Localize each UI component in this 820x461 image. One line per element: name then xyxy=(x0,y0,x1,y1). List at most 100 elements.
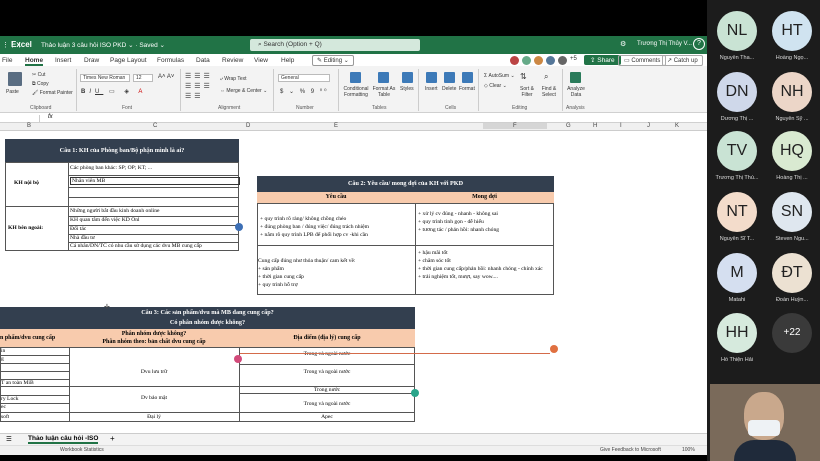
wrap-text-button[interactable]: ⤶ Wrap Text xyxy=(220,76,247,82)
q3-col-group[interactable]: Phân nhóm được không? Phân nhóm theo: bản… xyxy=(69,329,239,347)
conditional-formatting-icon[interactable] xyxy=(350,72,361,83)
font-grow-icon[interactable]: A˄ A˅ xyxy=(158,74,174,80)
q3-col-product[interactable]: n phẩm/dvu cung cấp xyxy=(0,329,69,347)
sort-filter-button[interactable]: Sort & Filter xyxy=(518,86,536,98)
delete-cells-button[interactable]: Delete xyxy=(442,86,456,92)
internal-item[interactable]: Nhân viên MB xyxy=(70,177,240,185)
column-header[interactable]: K xyxy=(675,123,679,129)
number-format-icons[interactable]: $ ⌄ % 9 ⁰⁰ xyxy=(280,88,329,95)
analyze-data-button[interactable]: Analyze Data xyxy=(566,86,586,98)
participant-tile[interactable]: +22 xyxy=(764,313,820,357)
paste-button[interactable]: Paste xyxy=(6,89,19,95)
q2-col-expectation[interactable]: Mong đợi xyxy=(415,192,554,203)
external-customer-label[interactable]: KH bên ngoài: xyxy=(8,225,43,231)
external-item[interactable]: KH quan tâm đến việc KD Onl xyxy=(70,217,140,223)
participant-tile[interactable]: NL Nguyễn Tha... xyxy=(709,11,765,61)
tab-help[interactable]: Help xyxy=(281,57,294,64)
merge-center-button[interactable]: ⇔ Merge & Center ⌄ xyxy=(220,88,267,94)
participant-tile[interactable]: SN Steven Ngu... xyxy=(764,192,820,242)
search-box[interactable]: ⌕ Search (Option + Q) xyxy=(250,39,420,51)
place-cell[interactable]: Trong và ngoài nước xyxy=(239,351,415,357)
format-painter-button[interactable]: 🖌 Format Painter xyxy=(32,90,73,96)
feedback-link[interactable]: Give Feedback to Microsoft xyxy=(600,447,661,453)
place-cell[interactable]: Trong và ngoài nước xyxy=(239,369,415,375)
tab-file[interactable]: File xyxy=(2,57,12,64)
comments-button[interactable]: ▭ Comments xyxy=(618,55,667,66)
tab-data[interactable]: Data xyxy=(196,57,210,64)
tab-home[interactable]: Home xyxy=(25,57,44,66)
column-header[interactable]: H xyxy=(593,123,597,129)
q3-title[interactable]: Câu 3: Các sản phẩm/dvu mà MB đang cung … xyxy=(0,307,415,329)
collaborator-avatar[interactable] xyxy=(510,56,519,65)
place-cell[interactable]: Apec xyxy=(239,414,415,420)
tab-view[interactable]: View xyxy=(254,57,268,64)
q2-expectation-2[interactable]: + hậu mãi tốt + chăm sóc tốt + thời gian c… xyxy=(418,249,553,281)
q1-title[interactable]: Câu 1: KH của Phòng ban/Bộ phận mình là … xyxy=(5,139,239,162)
share-button[interactable]: ⇪ Share xyxy=(584,55,621,65)
participant-tile[interactable]: ĐT Đoàn Huỳn... xyxy=(764,253,820,303)
insert-cells-button[interactable]: Insert xyxy=(425,86,438,92)
help-icon[interactable]: ? xyxy=(693,38,705,50)
collaborator-avatar[interactable] xyxy=(534,56,543,65)
format-as-table-button[interactable]: Format As Table xyxy=(372,86,396,98)
font-size-select[interactable]: 12 xyxy=(133,74,153,82)
column-header[interactable]: E xyxy=(334,123,338,129)
tab-insert[interactable]: Insert xyxy=(55,57,71,64)
find-select-icon[interactable]: ⌕ xyxy=(544,72,548,82)
autosum-button[interactable]: Σ AutoSum ⌄ xyxy=(484,73,515,79)
tab-draw[interactable]: Draw xyxy=(84,57,99,64)
collaborator-avatar[interactable] xyxy=(546,56,555,65)
product-cell[interactable]: in xyxy=(1,348,5,354)
place-cell[interactable]: Trong nước xyxy=(239,387,415,393)
zoom-level[interactable]: 100% xyxy=(682,447,695,453)
participant-tile[interactable]: NH Nguyễn Sỹ ... xyxy=(764,72,820,122)
collaborator-avatar[interactable] xyxy=(522,56,531,65)
column-header[interactable]: G xyxy=(566,123,571,129)
participant-tile[interactable]: DN Dương Thị ... xyxy=(709,72,765,122)
column-header[interactable]: F xyxy=(483,123,547,129)
collaborator-avatar[interactable] xyxy=(558,56,567,65)
internal-customer-label[interactable]: KH nội bộ xyxy=(14,180,39,186)
participant-tile[interactable]: HQ Hoàng Thị ... xyxy=(764,131,820,181)
styles-icon[interactable] xyxy=(402,72,413,83)
conditional-formatting-button[interactable]: Conditional Formatting xyxy=(342,86,370,98)
external-item[interactable]: Nhà đầu tư xyxy=(70,235,95,241)
delete-cells-icon[interactable] xyxy=(444,72,455,83)
column-header[interactable]: J xyxy=(647,123,650,129)
internal-item[interactable]: Các phòng ban khác: SP; OP; KT; ... xyxy=(70,165,152,171)
font-style-buttons[interactable]: BIU ▭ ◈ A xyxy=(81,88,146,95)
number-format-select[interactable]: General xyxy=(278,74,330,82)
format-as-table-icon[interactable] xyxy=(378,72,389,83)
function-icon[interactable]: fx xyxy=(48,114,53,120)
align-middle-icons[interactable]: ☰☰☰ xyxy=(185,82,213,90)
paste-icon[interactable] xyxy=(8,72,22,86)
sheet-list-icon[interactable]: ☰ xyxy=(6,435,12,443)
format-cells-icon[interactable] xyxy=(462,72,473,83)
q2-expectation-1[interactable]: + xử lý cv đúng - nhanh - không sai + quy… xyxy=(418,210,499,234)
q2-request-1[interactable]: + quy trình rõ ràng/ không chồng chéo + đ… xyxy=(260,215,369,239)
styles-button[interactable]: Styles xyxy=(400,86,414,92)
external-item[interactable]: Những người bắt đầu kinh doanh online xyxy=(70,208,160,214)
name-box[interactable] xyxy=(4,115,40,122)
clear-button[interactable]: ◇ Clear ⌄ xyxy=(484,83,507,89)
group-cell[interactable]: Dvu lưu trữ xyxy=(69,369,239,375)
q2-col-request[interactable]: Yêu cầu xyxy=(257,192,415,203)
add-sheet-button[interactable]: + xyxy=(110,434,115,443)
product-cell[interactable]: ry Lock xyxy=(1,396,19,402)
tab-formulas[interactable]: Formulas xyxy=(157,57,184,64)
indent-icons[interactable]: ☰☰ xyxy=(185,92,204,100)
column-header[interactable]: D xyxy=(246,123,250,129)
group-cell[interactable]: Đại lý xyxy=(69,414,239,420)
workbook-statistics[interactable]: Workbook Statistics xyxy=(60,447,104,453)
format-cells-button[interactable]: Format xyxy=(459,86,475,92)
participant-tile[interactable]: HT Hoàng Ngọ... xyxy=(764,11,820,61)
place-cell[interactable]: Trong và ngoài nước xyxy=(239,401,415,407)
editing-mode-button[interactable]: ✎ Editing ⌄ xyxy=(312,55,354,66)
participant-tile[interactable]: HH Hồ Thiện Hải xyxy=(709,313,765,363)
analyze-data-icon[interactable] xyxy=(570,72,581,83)
cut-button[interactable]: ✂ Cut xyxy=(32,72,45,78)
sheet-tab-active[interactable]: Thảo luận câu hỏi -ISO xyxy=(28,435,99,444)
q2-title[interactable]: Câu 2: Yêu cầu/ mong đợi của KH với PKD xyxy=(257,176,554,192)
column-header[interactable]: B xyxy=(27,123,31,129)
tab-review[interactable]: Review xyxy=(222,57,243,64)
